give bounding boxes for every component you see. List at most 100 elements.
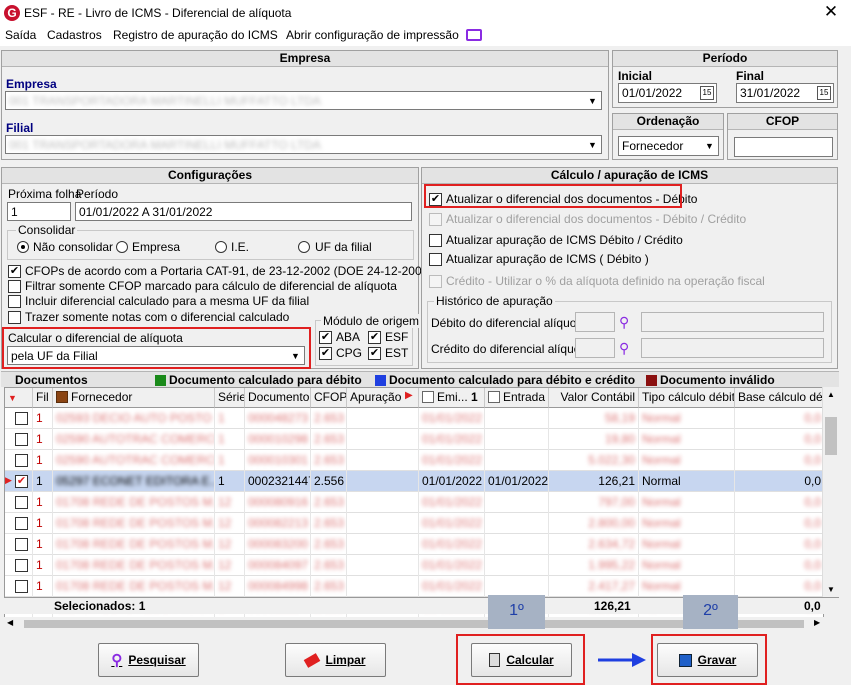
check-apuracao-debito-credito[interactable] [429,234,442,247]
row-checkbox[interactable] [15,454,28,467]
cell-wrap-serie: 1 [215,450,245,471]
credito-code-input[interactable] [575,338,615,358]
row-checkbox-cell[interactable]: ▶ ✔ [5,471,33,492]
row-checkbox-cell[interactable] [5,450,33,471]
check-esf-label: ESF [385,330,409,344]
row-checkbox[interactable] [15,580,28,593]
table-row[interactable]: 1 02590 AUTOTRAC COMERCIO 1 000010298 2.653 0… [5,429,823,450]
cell-wrap-fornecedor: 02593 DECIO AUTO POSTO [53,408,215,429]
check-apuracao-debito[interactable] [429,253,442,266]
cell-wrap-doc: 000084097 [245,555,311,576]
cell-wrap-tipo: Normal [639,471,735,492]
calendar-icon[interactable]: 15 [817,86,831,100]
grid-header-fornecedor[interactable]: Fornecedor [53,388,215,408]
ordenacao-select[interactable]: Fornecedor ▼ [618,136,719,156]
radio-empresa-label: Empresa [132,240,181,254]
cfop-input[interactable] [734,137,833,157]
check-aba[interactable]: ✔ [319,331,332,344]
row-checkbox-cell[interactable] [5,576,33,597]
check-cfop-cat91[interactable]: ✔ [8,265,21,278]
row-checkbox[interactable] [15,433,28,446]
search-icon[interactable]: ⚲ [619,340,629,357]
grid-header-documento[interactable]: Documento [245,388,311,408]
debito-code-input[interactable] [575,312,615,332]
search-icon[interactable]: ⚲ [619,314,629,331]
grid-header-cfop[interactable]: CFOP [311,388,347,408]
cell-wrap-fornecedor: 01708 REDE DE POSTOS M... [53,513,215,534]
row-checkbox[interactable] [15,559,28,572]
periodo-config-label: Período [76,187,119,201]
credito-desc-input[interactable] [641,338,824,358]
final-date-input[interactable]: 31/01/2022 15 [736,83,834,103]
menu-cadastros[interactable]: Cadastros [47,28,102,42]
row-checkbox[interactable] [15,412,28,425]
check-incluir-mesma-uf[interactable] [8,295,21,308]
cell-serie: 12 [218,537,232,551]
scroll-thumb[interactable] [825,417,837,455]
cell-wrap-emi: 01/01/2022 [419,408,485,429]
row-checkbox[interactable]: ✔ [15,475,28,488]
check-filtrar-cfop[interactable] [8,280,21,293]
menu-registro-apuracao[interactable]: Registro de apuração do ICMS [113,28,278,42]
radio-ie[interactable] [215,241,227,253]
cell-serie: 1 [218,474,225,488]
scroll-up-icon[interactable]: ▲ [827,390,835,399]
table-row[interactable]: 1 02593 DECIO AUTO POSTO 1 000048273 2.653 01… [5,408,823,429]
check-trazer-somente[interactable] [8,311,21,324]
scroll-down-icon[interactable]: ▼ [827,585,835,594]
cell-wrap-tipo: Normal [639,534,735,555]
grid-header-serie[interactable]: Série [215,388,245,408]
radio-empresa[interactable] [116,241,128,253]
row-checkbox-cell[interactable] [5,534,33,555]
row-checkbox[interactable] [15,517,28,530]
grid-header-tipo[interactable]: Tipo cálculo débito [639,388,735,408]
grid-header-apuracao[interactable]: Apuração ▶ [347,388,419,408]
table-row[interactable]: 1 01708 REDE DE POSTOS M... 12 000082213 2.6… [5,513,823,534]
row-checkbox-cell[interactable] [5,513,33,534]
limpar-button[interactable]: Limpar [285,643,386,677]
filial-select[interactable]: 001 TRANSPORTADORA MARTINELLI MUFFATTO L… [5,135,602,154]
scroll-right-icon[interactable]: ▶ [814,618,820,627]
row-checkbox-cell[interactable] [5,429,33,450]
table-row[interactable]: 1 01708 REDE DE POSTOS M... 12 000083200 2.6… [5,534,823,555]
grid-header-emissao[interactable]: Emi... 1 [419,388,485,408]
table-row[interactable]: ▶ ✔ 1 05297 ECONET EDITORA E... 1 0002321447 2… [5,471,823,492]
debito-desc-input[interactable] [641,312,824,332]
row-checkbox-cell[interactable] [5,408,33,429]
empresa-select[interactable]: 001 TRANSPORTADORA MARTINELLI MUFFATTO L… [5,91,602,110]
row-checkbox[interactable] [15,496,28,509]
check-cpg[interactable]: ✔ [319,347,332,360]
table-row[interactable]: 1 01708 REDE DE POSTOS M... 12 000084998 2.6… [5,576,823,597]
table-row[interactable]: 1 02590 AUTOTRAC COMERCIO 1 000010301 2.653 0… [5,450,823,471]
grid-header-entrada[interactable]: Entrada [485,388,549,408]
check-est[interactable]: ✔ [368,347,381,360]
cell-wrap-tipo: Normal [639,450,735,471]
radio-uf-filial[interactable] [298,241,310,253]
row-checkbox[interactable] [15,538,28,551]
radio-nao-consolidar[interactable] [17,241,29,253]
grid-header-select[interactable]: ▼ [5,388,33,408]
pesquisar-button[interactable]: ⚲ Pesquisar [98,643,199,677]
check-esf[interactable]: ✔ [368,331,381,344]
scroll-left-icon[interactable]: ◀ [7,618,13,627]
table-row[interactable]: 1 01708 REDE DE POSTOS M... 12 000080916 2.6… [5,492,823,513]
inicial-date-input[interactable]: 01/01/2022 15 [618,83,717,103]
periodo-config-input[interactable]: 01/01/2022 A 31/01/2022 [75,202,412,221]
row-checkbox-cell[interactable] [5,492,33,513]
menu-abrir-config-impressao[interactable]: Abrir configuração de impressão [286,28,459,42]
close-icon[interactable]: ✕ [821,2,841,22]
row-checkbox-cell[interactable] [5,555,33,576]
cell-wrap-emi: 01/01/2022 [419,576,485,597]
grid-header-base[interactable]: Base cálculo débit [735,388,823,408]
monitor-icon[interactable] [466,29,482,41]
calendar-icon[interactable]: 15 [700,86,714,100]
grid-vertical-scrollbar[interactable]: ▲ ▼ [822,387,839,598]
check-atualizar-debito-credito[interactable] [429,213,442,226]
grid-header-valor[interactable]: Valor Contábil [549,388,639,408]
menu-saida[interactable]: Saída [5,28,36,42]
table-row[interactable]: 1 01708 REDE DE POSTOS M... 12 000084097 2.6… [5,555,823,576]
proxima-folha-input[interactable]: 1 [7,202,71,221]
grid-header-fil[interactable]: Fil [33,388,53,408]
check-credito-aliquota[interactable] [429,275,442,288]
chevron-down-icon: ▼ [588,96,597,106]
